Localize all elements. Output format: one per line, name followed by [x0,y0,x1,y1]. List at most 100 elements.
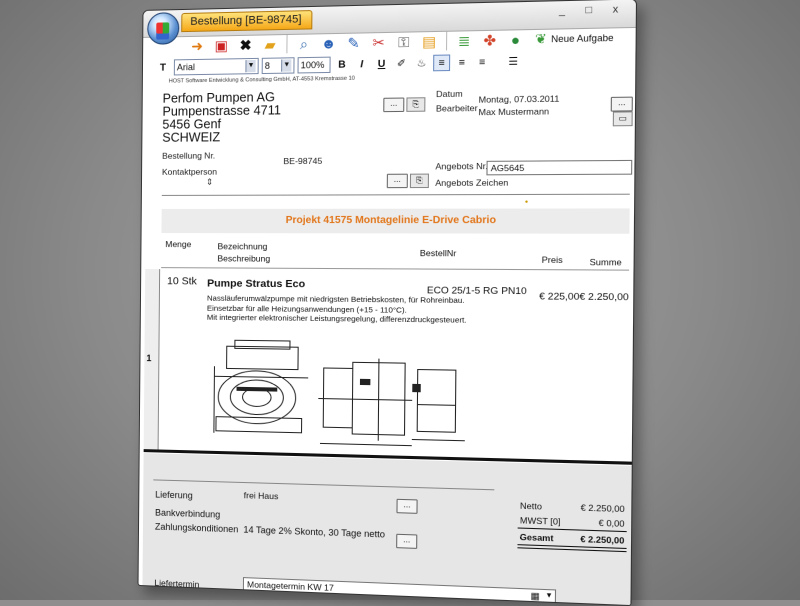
font-select[interactable]: Arial ▼ [174,58,259,76]
table-header: Menge Bezeichnung BestellNr Beschreibung… [161,237,629,272]
description-line: Mit integrierter elektronischer Leistung… [207,313,467,326]
item-qty[interactable]: 10 Stk [167,275,197,287]
font-icon: T [155,59,171,75]
font-size-value: 8 [265,61,270,71]
order-window: Bestellung [BE-98745] _ □ x ➜ ▣ ✖ ▰ ⌕ ☻ … [138,0,638,606]
project-title: Projekt 41575 Montagelinie E-Drive Cabri… [161,208,629,233]
arrow-right-icon[interactable]: ➜ [187,36,207,57]
item-description[interactable]: Nassläuferumwälzpumpe mit niedrigsten Be… [207,294,467,326]
window-controls[interactable]: _ □ x [559,4,627,17]
bearbeiter-label: Bearbeiter [436,103,478,114]
col-menge: Menge [165,239,191,249]
align-center-icon[interactable]: ≡ [453,54,470,71]
bold-button[interactable]: B [334,56,351,73]
kontakt-label: Kontaktperson [162,167,217,177]
toolbar-separator [446,32,447,51]
layers-icon[interactable]: ≣ [453,30,474,51]
pump-technical-drawing [206,336,498,456]
angebot-label: Angebots Nr. [435,161,487,172]
desktop-background: Bestellung [BE-98745] _ □ x ➜ ▣ ✖ ▰ ⌕ ☻ … [0,0,800,600]
chevron-down-icon[interactable]: ▼ [281,59,291,71]
bestellung-label: Bestellung Nr. [162,150,215,160]
chevron-down-icon[interactable]: ▼ [545,590,553,603]
col-beschreibung: Beschreibung [217,253,270,263]
row-number-column: 1 [144,269,160,449]
users-icon[interactable]: ☻ [318,33,339,54]
header-divider [162,194,630,196]
footer-panel: Lieferung frei Haus ... Bankverbindung Z… [142,453,631,605]
item-title[interactable]: Pumpe Stratus Eco [207,277,305,290]
datum-label: Datum [436,88,463,99]
fill-color-icon[interactable]: ♨ [413,55,430,72]
list-icon[interactable]: ☰ [505,53,522,70]
calendar-icon[interactable]: ▦ [530,589,539,602]
table-row[interactable]: 1 10 Stk Pumpe Stratus Eco ECO 25/1-5 RG… [144,269,629,461]
item-price[interactable]: € 225,00 [539,291,579,303]
zahlung-value[interactable]: 14 Tage 2% Skonto, 30 Tage netto [243,524,385,539]
globe-icon[interactable]: ● [505,29,527,50]
delete-icon[interactable]: ✖ [235,35,255,56]
puzzle-icon[interactable]: ✤ [479,30,501,51]
zoom-field[interactable]: 100% [297,57,330,74]
bestellung-value[interactable]: BE-98745 [283,156,322,166]
col-bestellnr: BestellNr [420,248,457,258]
lock-icon[interactable]: ⚿ [393,31,414,52]
lieferung-select-button[interactable]: ... [396,499,417,514]
mwst-value: € 0,00 [537,516,625,529]
datum-select-button[interactable]: ... [611,97,633,112]
address-line: SCHWEIZ [162,131,281,145]
footer-divider [153,479,494,490]
search-icon[interactable]: ⌕ [294,33,315,54]
align-right-icon[interactable]: ≡ [473,54,490,71]
col-summe: Summe [590,257,622,268]
toolbar-separator [286,35,287,53]
bearbeiter-icon[interactable]: ▭ [613,111,633,126]
pencil-icon[interactable]: ✎ [343,32,364,53]
tools-icon[interactable]: ✂ [368,32,389,53]
underline-button[interactable]: U [373,56,390,73]
align-left-icon[interactable]: ≡ [433,54,450,71]
lieferung-label: Lieferung [155,489,193,500]
pump-drawing-svg [206,336,498,456]
col-preis: Preis [542,255,563,266]
highlight-icon[interactable]: ✐ [393,55,410,72]
document-icon[interactable]: ▤ [418,31,439,52]
company-line: HOST Software Entwicklung & Consulting G… [169,76,355,85]
address-copy-icon[interactable]: ⎘ [406,97,425,112]
folder-icon[interactable]: ▰ [260,34,281,55]
zahlung-select-button[interactable]: ... [396,534,417,549]
address-block[interactable]: Perfom Pumpen AG Pumpenstrasse 4711 5456… [162,91,281,145]
kontakt-copy-icon[interactable]: ⎘ [410,174,429,189]
save-icon[interactable]: ▣ [211,35,231,56]
bank-label: Bankverbindung [155,507,220,519]
splitter-icon[interactable]: ⇕ [206,177,213,188]
gesamt-value: € 2.250,00 [537,532,624,545]
netto-value: € 2.250,00 [537,501,625,514]
bearbeiter-value[interactable]: Max Mustermann [478,106,549,117]
leaf-icon: ❦ [535,31,547,48]
marker-icon: • [525,196,528,206]
datum-value[interactable]: Montag, 07.03.2011 [479,93,560,104]
row-number: 1 [146,353,151,363]
zahlung-label: Zahlungskonditionen [155,522,239,535]
lieferung-value[interactable]: frei Haus [244,490,279,501]
col-bezeichnung: Bezeichnung [217,241,267,251]
angebot-zeichen-label: Angebots Zeichen [435,177,508,188]
liefertermin-value: Montagetermin KW 17 [247,579,334,593]
font-size-select[interactable]: 8 ▼ [262,57,295,74]
italic-button[interactable]: I [353,56,370,73]
totals-double-underline [517,544,626,552]
kontakt-select-button[interactable]: ... [387,174,408,188]
app-orb-icon[interactable] [147,12,179,45]
liefertermin-input[interactable]: Montagetermin KW 17 ▦ ▼ [243,577,556,604]
angebot-input[interactable]: AG5645 [486,160,632,175]
new-task-label: Neue Aufgabe [551,33,613,45]
tab-order[interactable]: Bestellung [BE-98745] [181,10,313,32]
font-value: Arial [177,62,195,72]
new-task-button[interactable]: ❦ Neue Aufgabe [531,27,618,50]
chevron-down-icon[interactable]: ▼ [245,60,255,72]
address-select-button[interactable]: ... [383,98,404,113]
liefertermin-label: Liefertermin [154,578,199,590]
zoom-value: 100% [301,60,325,71]
item-sum[interactable]: € 2.250,00 [579,291,628,303]
